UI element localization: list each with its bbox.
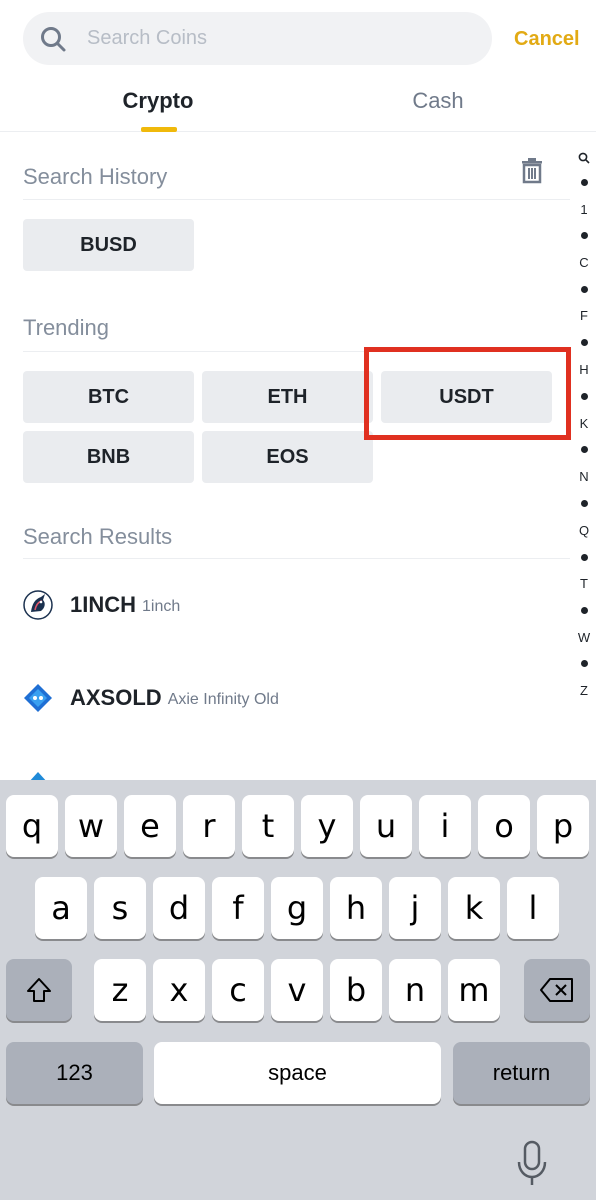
alpha-index-search-icon[interactable] [572, 152, 596, 168]
key-w[interactable]: w [65, 795, 117, 857]
key-i[interactable]: i [419, 795, 471, 857]
search-history-title: Search History [23, 164, 168, 189]
asset-type-tabs: Crypto Cash [0, 70, 596, 132]
key-y[interactable]: y [301, 795, 353, 857]
alpha-index-dot [581, 232, 588, 239]
key-f[interactable]: f [212, 877, 264, 939]
highlight-annotation-box [364, 347, 571, 440]
key-l[interactable]: l [507, 877, 559, 939]
alpha-index-letter[interactable]: 1 [572, 202, 596, 218]
search-icon [41, 27, 66, 52]
key-s[interactable]: s [94, 877, 146, 939]
active-tab-indicator [141, 127, 177, 132]
search-results-title: Search Results [23, 524, 173, 549]
trending-chip-bnb[interactable]: BNB [23, 431, 194, 483]
coin-name: Axie Infinity Old [167, 691, 279, 708]
alpha-index-dot [581, 607, 588, 614]
result-item-1inch[interactable]: 1INCH 1inch [23, 585, 563, 625]
key-c[interactable]: c [212, 959, 264, 1021]
on-screen-keyboard: q w e r t y u i o p a s d f g h j k l z … [0, 780, 596, 1200]
search-bar[interactable] [23, 12, 492, 65]
key-z[interactable]: z [94, 959, 146, 1021]
trash-icon[interactable] [518, 156, 546, 184]
key-q[interactable]: q [6, 795, 58, 857]
axie-diamond-icon [24, 684, 52, 712]
alpha-index-dot [581, 339, 588, 346]
alpha-index-letter[interactable]: N [572, 469, 596, 485]
alpha-index-dot [581, 179, 588, 186]
alpha-index-dot [581, 393, 588, 400]
alpha-index-dot [581, 554, 588, 561]
cancel-button[interactable]: Cancel [514, 26, 580, 52]
shift-icon [27, 978, 51, 1002]
alpha-index-dot [581, 660, 588, 667]
search-input[interactable] [87, 12, 477, 65]
key-a[interactable]: a [35, 877, 87, 939]
key-x[interactable]: x [153, 959, 205, 1021]
key-u[interactable]: u [360, 795, 412, 857]
alpha-index-dot [581, 446, 588, 453]
key-g[interactable]: g [271, 877, 323, 939]
key-t[interactable]: t [242, 795, 294, 857]
key-j[interactable]: j [389, 877, 441, 939]
coin-symbol: 1INCH [70, 592, 137, 617]
coin-name: 1inch [142, 598, 181, 615]
alpha-index-letter[interactable]: K [572, 416, 596, 432]
key-b[interactable]: b [330, 959, 382, 1021]
result-item-axsold[interactable]: AXSOLD Axie Infinity Old [23, 678, 563, 718]
tab-cash[interactable]: Cash [380, 86, 496, 116]
alpha-index-letter[interactable]: Q [572, 523, 596, 539]
alpha-index-letter[interactable]: W [572, 630, 596, 646]
alpha-index-letter[interactable]: T [572, 576, 596, 592]
alpha-index-dot [581, 500, 588, 507]
key-e[interactable]: e [124, 795, 176, 857]
key-r[interactable]: r [183, 795, 235, 857]
key-p[interactable]: p [537, 795, 589, 857]
key-k[interactable]: k [448, 877, 500, 939]
alpha-index-letter[interactable]: F [572, 308, 596, 324]
divider [23, 199, 570, 200]
key-h[interactable]: h [330, 877, 382, 939]
microphone-icon[interactable] [515, 1140, 549, 1188]
trending-title: Trending [23, 315, 110, 340]
alpha-index-letter[interactable]: C [572, 255, 596, 271]
alphabet-index[interactable]: 1 C F H K N Q T W Z [572, 150, 596, 700]
alpha-index-dot [581, 286, 588, 293]
trending-chip-eth[interactable]: ETH [202, 371, 373, 423]
tab-crypto[interactable]: Crypto [100, 86, 216, 116]
1inch-unicorn-icon [23, 590, 53, 620]
key-d[interactable]: d [153, 877, 205, 939]
key-o[interactable]: o [478, 795, 530, 857]
return-key[interactable]: return [453, 1042, 590, 1104]
backspace-icon [540, 978, 573, 1002]
key-n[interactable]: n [389, 959, 441, 1021]
numbers-key[interactable]: 123 [6, 1042, 143, 1104]
backspace-key[interactable] [524, 959, 590, 1021]
history-chip-busd[interactable]: BUSD [23, 219, 194, 271]
divider [23, 558, 570, 559]
alpha-index-letter[interactable]: H [572, 362, 596, 378]
trending-chip-btc[interactable]: BTC [23, 371, 194, 423]
alpha-index-letter[interactable]: Z [572, 683, 596, 699]
key-v[interactable]: v [271, 959, 323, 1021]
shift-key[interactable] [6, 959, 72, 1021]
trending-chip-eos[interactable]: EOS [202, 431, 373, 483]
coin-symbol: AXSOLD [70, 685, 162, 710]
space-key[interactable]: space [154, 1042, 441, 1104]
key-m[interactable]: m [448, 959, 500, 1021]
